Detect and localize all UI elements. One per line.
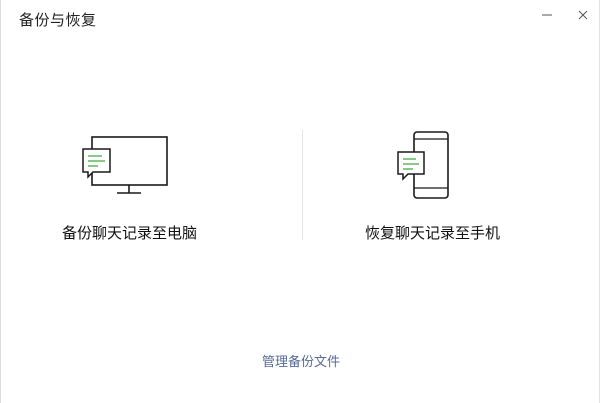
restore-to-phone-option[interactable]: 恢复聊天记录至手机	[304, 118, 600, 268]
backup-to-pc-label: 备份聊天记录至电脑	[62, 224, 198, 242]
close-icon	[578, 10, 588, 20]
divider	[302, 130, 303, 240]
phone-chat-icon	[397, 131, 449, 199]
window-title: 备份与恢复	[19, 11, 97, 29]
backup-restore-window: 备份与恢复 备份聊天记录至电脑 恢复聊天记录至手机 管理备份文件	[0, 0, 600, 403]
manage-backups-link[interactable]: 管理备份文件	[1, 351, 600, 370]
backup-to-pc-option[interactable]: 备份聊天记录至电脑	[1, 118, 301, 268]
close-button[interactable]	[572, 4, 594, 26]
monitor-chat-icon	[82, 136, 168, 194]
minimize-button[interactable]	[536, 4, 558, 26]
minimize-icon	[542, 14, 552, 16]
restore-to-phone-label: 恢复聊天记录至手机	[365, 224, 501, 242]
